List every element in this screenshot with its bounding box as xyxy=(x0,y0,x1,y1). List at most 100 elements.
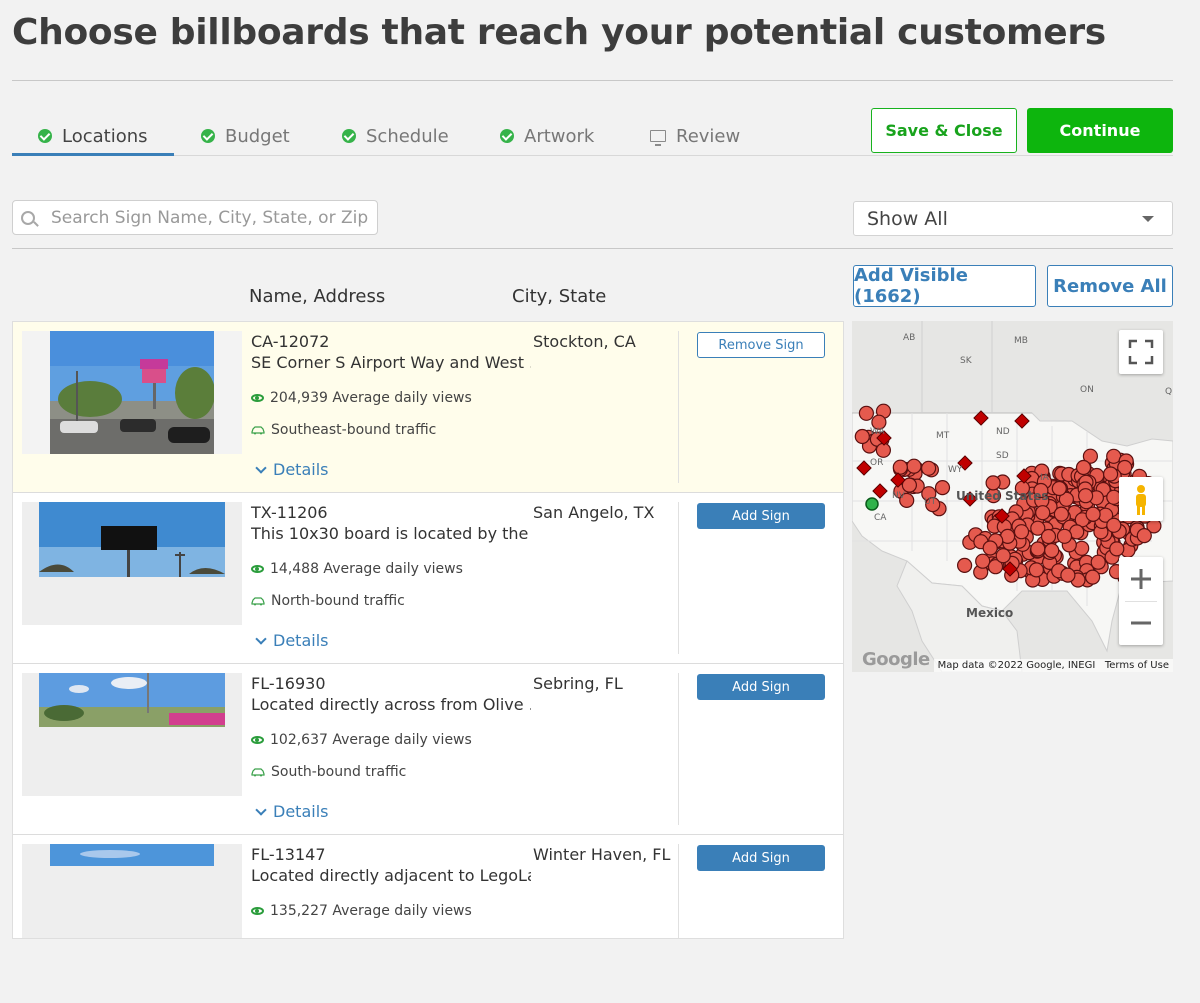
check-circle-icon xyxy=(201,129,215,143)
details-toggle[interactable]: Details xyxy=(255,802,328,821)
sign-thumbnail[interactable] xyxy=(22,502,242,625)
map-marker[interactable] xyxy=(985,475,1001,491)
map-marker[interactable] xyxy=(934,480,951,496)
search-input[interactable] xyxy=(51,207,371,228)
add-sign-button[interactable]: Add Sign xyxy=(697,503,825,529)
eye-icon xyxy=(251,394,264,402)
selected-map-marker[interactable] xyxy=(865,497,879,511)
row-divider xyxy=(678,844,679,938)
chevron-down-icon xyxy=(255,632,267,645)
sign-address: Located directly adjacent to LegoLa... xyxy=(251,866,531,885)
fullscreen-button[interactable] xyxy=(1119,330,1163,374)
map-label: SD xyxy=(996,451,1009,461)
map-label: ND xyxy=(996,427,1010,437)
zoom-in-button[interactable] xyxy=(1119,557,1163,601)
map-marker[interactable] xyxy=(1103,466,1119,482)
details-toggle[interactable]: Details xyxy=(255,460,329,479)
map-data-credit: Map data ©2022 Google, INEGI xyxy=(937,660,1096,671)
sign-thumbnail[interactable] xyxy=(22,844,242,938)
sign-city-state: Winter Haven, FL xyxy=(533,845,671,864)
tab-schedule[interactable]: Schedule xyxy=(342,118,449,154)
map[interactable]: AB MB SK ON Q WA MT ND SD OR WY IA NV UT… xyxy=(852,321,1173,672)
continue-button[interactable]: Continue xyxy=(1027,108,1173,153)
add-sign-button[interactable]: Add Sign xyxy=(697,845,825,871)
map-label: IA xyxy=(1040,473,1049,483)
sign-code: CA-12072 xyxy=(251,332,330,351)
map-label: NV xyxy=(892,491,905,501)
map-marker[interactable] xyxy=(1074,540,1090,556)
map-marker[interactable] xyxy=(1136,528,1152,544)
filter-selected-value: Show All xyxy=(867,207,948,230)
traffic-text: South-bound traffic xyxy=(271,764,407,780)
map-marker[interactable] xyxy=(1085,569,1101,585)
details-label: Details xyxy=(273,460,329,479)
zoom-out-button[interactable] xyxy=(1119,601,1163,645)
add-sign-button[interactable]: Add Sign xyxy=(697,674,825,700)
remove-sign-button[interactable]: Remove Sign xyxy=(697,332,825,358)
tab-review[interactable]: Review xyxy=(650,118,740,154)
map-marker[interactable] xyxy=(858,405,874,421)
map-marker[interactable] xyxy=(1053,506,1069,522)
map-label-country: Mexico xyxy=(966,606,1014,620)
map-marker[interactable] xyxy=(875,442,891,458)
sign-city-state: Sebring, FL xyxy=(533,674,623,693)
views-text: 102,637 Average daily views xyxy=(270,732,472,748)
map-marker[interactable] xyxy=(906,458,922,474)
map-marker[interactable] xyxy=(956,557,973,573)
sign-thumbnail[interactable] xyxy=(22,673,242,796)
map-marker[interactable] xyxy=(1078,488,1094,504)
map-marker[interactable] xyxy=(920,460,937,476)
tab-artwork[interactable]: Artwork xyxy=(500,118,594,154)
map-marker[interactable] xyxy=(1030,541,1046,557)
sign-traffic: South-bound traffic xyxy=(251,764,406,780)
minus-icon xyxy=(1131,621,1151,625)
map-marker[interactable] xyxy=(975,553,991,569)
map-marker[interactable] xyxy=(982,540,998,556)
sign-thumbnail[interactable] xyxy=(22,331,242,454)
sign-city-state: San Angelo, TX xyxy=(533,503,655,522)
map-marker[interactable] xyxy=(1106,448,1122,464)
sign-row: FL-13147 Located directly adjacent to Le… xyxy=(13,835,843,938)
sign-city-state: Stockton, CA xyxy=(533,332,636,351)
map-marker[interactable] xyxy=(1075,459,1092,476)
row-divider xyxy=(678,331,679,483)
map-marker[interactable] xyxy=(1040,528,1057,545)
filter-select[interactable]: Show All xyxy=(853,201,1173,236)
map-marker[interactable] xyxy=(1051,480,1067,497)
map-marker[interactable] xyxy=(892,459,908,475)
map-marker[interactable] xyxy=(1044,542,1060,559)
sign-traffic: North-bound traffic xyxy=(251,593,405,609)
billboard-photo xyxy=(50,844,214,866)
google-logo: Google xyxy=(862,649,930,670)
map-marker[interactable] xyxy=(1013,524,1030,540)
monitor-icon xyxy=(650,130,666,146)
tab-budget[interactable]: Budget xyxy=(201,118,290,154)
sign-views: 102,637 Average daily views xyxy=(251,732,472,748)
add-visible-button[interactable]: Add Visible (1662) xyxy=(853,265,1036,307)
car-icon xyxy=(251,767,265,777)
tab-label: Review xyxy=(676,125,741,147)
billboard-photo xyxy=(50,331,214,454)
eye-icon xyxy=(251,907,264,915)
map-marker[interactable] xyxy=(1090,554,1106,570)
map-marker[interactable] xyxy=(854,428,870,445)
map-marker[interactable] xyxy=(995,548,1011,564)
street-view-button[interactable] xyxy=(1119,477,1163,521)
sign-address: Located directly across from Olive ... xyxy=(251,695,531,714)
column-header-city-state: City, State xyxy=(512,286,607,307)
chevron-down-icon xyxy=(1142,216,1154,222)
tab-locations[interactable]: Locations xyxy=(38,118,148,154)
save-close-button[interactable]: Save & Close xyxy=(871,108,1017,153)
map-marker[interactable] xyxy=(1056,528,1073,544)
car-icon xyxy=(251,596,265,606)
remove-all-button[interactable]: Remove All xyxy=(1047,265,1173,307)
map-marker[interactable] xyxy=(1085,506,1101,522)
map-marker[interactable] xyxy=(1028,562,1044,578)
terms-link[interactable]: Terms of Use xyxy=(1105,660,1169,671)
column-header-name-address: Name, Address xyxy=(249,286,386,307)
details-toggle[interactable]: Details xyxy=(255,631,328,650)
map-marker[interactable] xyxy=(1060,567,1076,583)
row-divider xyxy=(678,673,679,825)
map-marker[interactable] xyxy=(1109,541,1125,557)
map-marker[interactable] xyxy=(1035,505,1051,521)
